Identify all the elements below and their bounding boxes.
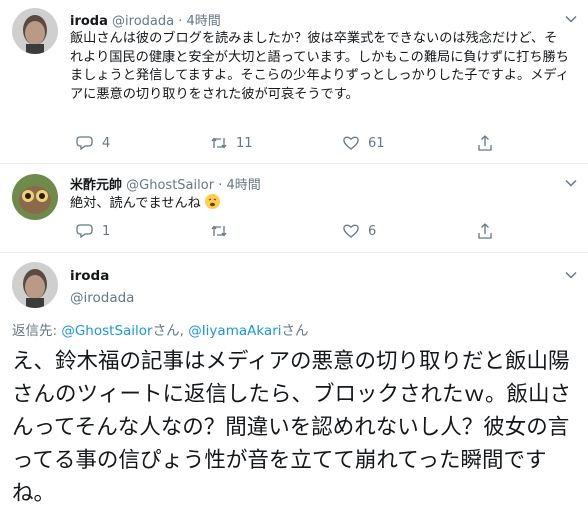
user-handle[interactable]: @irodada <box>70 290 134 306</box>
divider <box>0 252 588 253</box>
separator-dot: · <box>218 178 223 193</box>
reply-to-link-iiyamaakari[interactable]: @IiyamaAkari <box>188 323 281 339</box>
user-name[interactable]: 米酢元帥 <box>70 178 122 193</box>
tweet-actions: 1 6 <box>70 222 510 242</box>
avatar[interactable] <box>12 174 58 220</box>
retweet-icon <box>211 225 227 237</box>
tweet-ghostsailor[interactable]: 米酢元帥 @GhostSailor · 4時間 絶対、読んでませんね 1 6 <box>0 164 588 250</box>
like-button[interactable]: 6 <box>342 222 376 240</box>
reply-icon <box>76 136 93 151</box>
avatar[interactable] <box>12 262 58 308</box>
reply-to-separator: さん, <box>152 323 189 339</box>
user-handle[interactable]: @GhostSailor <box>126 178 214 193</box>
tweet-actions: 4 11 61 <box>70 134 510 154</box>
like-button[interactable]: 61 <box>342 134 385 152</box>
timestamp[interactable]: 4時間 <box>226 178 260 193</box>
like-count: 6 <box>368 223 377 239</box>
tweet-header: iroda @irodada · 4時間 <box>70 10 221 29</box>
tweet-text: 絶対、読んでませんね <box>70 194 570 214</box>
chevron-down-icon[interactable] <box>564 268 578 282</box>
share-icon <box>478 135 492 151</box>
reply-to-suffix: さん <box>281 323 309 339</box>
share-button[interactable] <box>476 222 494 240</box>
main-tweet-text: え、鈴木福の記事はメディアの悪意の切り取りだと飯山陽さんのツィートに返信したら、… <box>12 349 572 506</box>
tweet-iroda-1[interactable]: iroda @irodada · 4時間 飯山さんは彼のブログを読みましたか？彼… <box>0 0 588 162</box>
chevron-down-icon[interactable] <box>564 176 578 190</box>
share-button[interactable] <box>476 134 494 152</box>
retweet-icon <box>211 137 227 149</box>
user-handle[interactable]: @irodada <box>112 14 174 29</box>
chevron-down-icon[interactable] <box>564 12 578 26</box>
reply-to-line: 返信先: @GhostSailorさん, @IiyamaAkariさん <box>12 319 309 339</box>
reply-button[interactable]: 4 <box>76 134 110 152</box>
user-name[interactable]: iroda <box>70 14 108 29</box>
user-name[interactable]: iroda <box>70 268 109 284</box>
reply-button[interactable]: 1 <box>76 222 110 240</box>
tweet-header: 米酢元帥 @GhostSailor · 4時間 <box>70 174 261 193</box>
tweet-text-content: 絶対、読んでませんね <box>70 196 201 211</box>
separator-dot: · <box>178 14 183 29</box>
retweet-button[interactable]: 11 <box>210 134 253 152</box>
like-count: 61 <box>368 135 385 151</box>
avatar[interactable] <box>12 8 58 54</box>
reply-count: 4 <box>102 135 111 151</box>
reply-to-link-ghostsailor[interactable]: @GhostSailor <box>61 323 152 339</box>
timestamp[interactable]: 4時間 <box>187 14 221 29</box>
like-icon <box>343 136 359 150</box>
retweet-count: 11 <box>236 135 253 151</box>
retweet-button[interactable] <box>210 222 236 240</box>
reply-count: 1 <box>102 223 111 239</box>
like-icon <box>343 224 359 238</box>
reply-icon <box>76 224 93 239</box>
reply-to-prefix: 返信先: <box>12 323 62 339</box>
weary-face-icon <box>205 194 221 209</box>
share-icon <box>478 223 492 239</box>
tweet-text: 飯山さんは彼のブログを読みましたか？彼は卒業式をできないのは残念だけど、それより… <box>70 31 569 102</box>
